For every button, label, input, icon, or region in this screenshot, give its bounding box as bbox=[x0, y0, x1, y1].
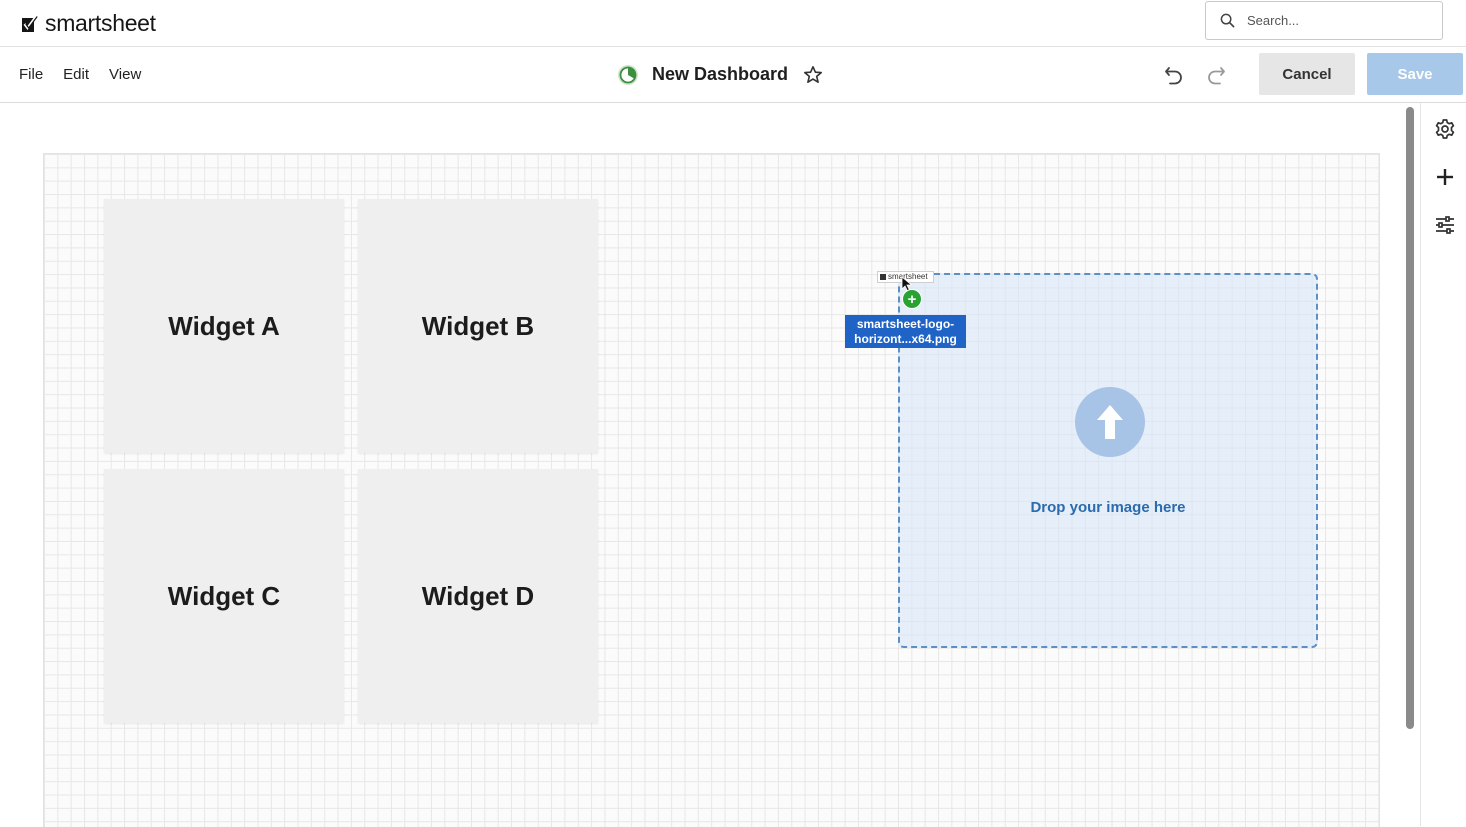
canvas-scrollbar-thumb[interactable] bbox=[1406, 107, 1414, 729]
file-name-line1: smartsheet-logo- bbox=[856, 317, 955, 331]
right-rail bbox=[1420, 103, 1466, 826]
upload-circle bbox=[1075, 387, 1145, 457]
search-input[interactable] bbox=[1245, 12, 1419, 29]
widget-c-label: Widget C bbox=[167, 580, 281, 611]
widget-c[interactable]: Widget C bbox=[104, 469, 344, 723]
widget-d-label: Widget D bbox=[421, 580, 535, 611]
drop-zone-label: Drop your image here bbox=[1030, 499, 1186, 516]
smartsheet-logo[interactable]: smartsheet bbox=[21, 10, 156, 37]
widget-b[interactable]: Widget B bbox=[358, 199, 598, 453]
brand-name: smartsheet bbox=[45, 10, 156, 36]
dashboard-title-area: New Dashboard bbox=[617, 47, 823, 102]
sliders-icon[interactable] bbox=[1434, 214, 1456, 236]
cancel-button[interactable]: Cancel bbox=[1259, 53, 1355, 95]
dashboard-icon bbox=[618, 64, 638, 85]
menu-view[interactable]: View bbox=[109, 66, 141, 83]
upload-arrow-icon bbox=[1097, 405, 1123, 439]
menu-edit[interactable]: Edit bbox=[63, 66, 89, 83]
widget-d[interactable]: Widget D bbox=[358, 469, 598, 723]
menu-bar: File Edit View bbox=[19, 47, 141, 102]
menu-file[interactable]: File bbox=[19, 66, 43, 83]
drag-file-name: smartsheet-logo- horizont...x64.png bbox=[845, 315, 966, 348]
plus-icon[interactable] bbox=[1434, 166, 1456, 188]
dashboard-toolbar: File Edit View New Dashboard Cancel Save bbox=[0, 47, 1466, 103]
file-name-line2: horizont...x64.png bbox=[854, 332, 957, 346]
thumbnail-logo-icon bbox=[880, 274, 886, 280]
copy-plus-icon: + bbox=[902, 289, 922, 309]
search-box[interactable] bbox=[1205, 1, 1443, 40]
redo-icon[interactable] bbox=[1205, 63, 1227, 85]
star-icon[interactable] bbox=[803, 65, 823, 85]
dashboard-title[interactable]: New Dashboard bbox=[652, 64, 788, 85]
widget-a-label: Widget A bbox=[168, 310, 280, 341]
gear-icon[interactable] bbox=[1434, 118, 1456, 140]
undo-icon[interactable] bbox=[1163, 63, 1185, 85]
save-button[interactable]: Save bbox=[1367, 53, 1463, 95]
smartsheet-logo-icon bbox=[22, 15, 38, 32]
widget-b-label: Widget B bbox=[421, 310, 535, 341]
widget-a[interactable]: Widget A bbox=[104, 199, 344, 453]
top-bar: smartsheet bbox=[0, 0, 1466, 47]
search-icon bbox=[1220, 13, 1235, 28]
